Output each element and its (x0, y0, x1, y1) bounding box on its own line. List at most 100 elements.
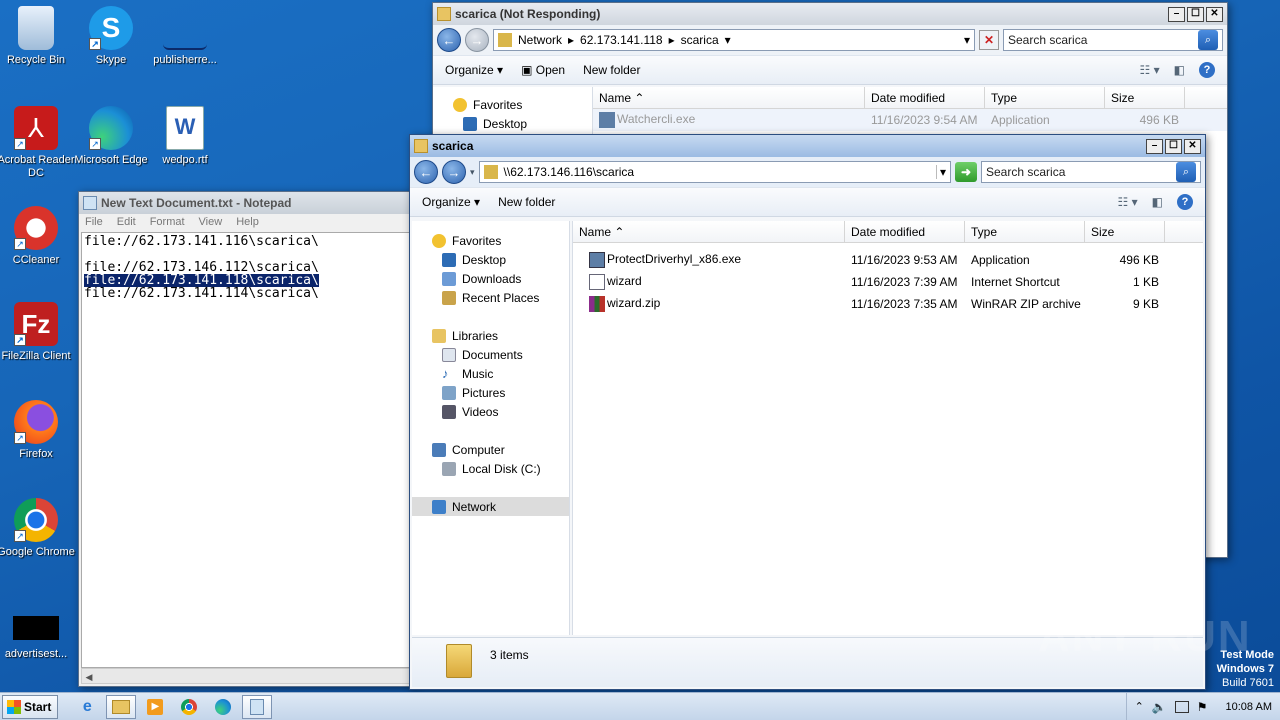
taskbar-media-player[interactable]: ▶ (140, 695, 170, 719)
column-headers: Name ⌃ Date modified Type Size (593, 87, 1227, 109)
column-type[interactable]: Type (965, 221, 1085, 242)
file-row[interactable]: ProtectDriverhyl_x86.exe 11/16/2023 9:53… (573, 249, 1203, 271)
breadcrumb-host[interactable]: 62.173.141.118 (580, 33, 663, 47)
column-name[interactable]: Name ⌃ (593, 87, 865, 108)
view-options-icon[interactable]: ☷ ▾ (1140, 63, 1160, 77)
help-icon[interactable]: ? (1177, 194, 1193, 210)
view-options-icon[interactable]: ☷ ▾ (1118, 195, 1138, 209)
address-bar[interactable]: \\62.173.146.116\scarica ▾ (478, 161, 951, 183)
breadcrumb-folder[interactable]: scarica (681, 33, 719, 47)
nav-libraries[interactable]: Libraries (412, 326, 569, 345)
maximize-button[interactable]: ☐ (1165, 138, 1182, 154)
open-button[interactable]: ▣ Open (521, 63, 565, 77)
nav-favorites[interactable]: Favorites (453, 95, 592, 114)
nav-computer[interactable]: Computer (412, 440, 569, 459)
file-row[interactable]: wizard 11/16/2023 7:39 AM Internet Short… (573, 271, 1203, 293)
desktop-icon-wedpo[interactable]: W wedpo.rtf (145, 106, 225, 167)
nav-pictures[interactable]: Pictures (412, 383, 569, 402)
nav-documents[interactable]: Documents (412, 345, 569, 364)
network-tray-icon[interactable] (1174, 700, 1189, 713)
minimize-button[interactable]: – (1146, 138, 1163, 154)
back-button[interactable]: ← (414, 160, 438, 184)
desktop-icon-advertisest[interactable]: advertisest... (0, 616, 76, 661)
notepad-window[interactable]: New Text Document.txt - Notepad File Edi… (78, 191, 414, 687)
desktop-icon-edge[interactable]: ↗ Microsoft Edge (71, 106, 151, 167)
forward-button[interactable]: → (465, 28, 489, 52)
action-center-flag-icon[interactable]: ⚑ (1197, 700, 1208, 714)
chevron-down-icon[interactable]: ▾ (964, 33, 970, 47)
breadcrumb-network[interactable]: Network (518, 33, 562, 47)
menu-edit[interactable]: Edit (117, 216, 136, 230)
window-title: scarica (Not Responding) (455, 7, 601, 21)
close-button[interactable]: ✕ (1206, 6, 1223, 22)
new-folder-button[interactable]: New folder (498, 195, 555, 209)
organize-button[interactable]: Organize ▾ (422, 195, 480, 209)
maximize-button[interactable]: ☐ (1187, 6, 1204, 22)
text-area[interactable]: file://62.173.141.116\scarica\ file://62… (81, 232, 411, 668)
volume-icon[interactable]: 🔈 (1152, 700, 1167, 714)
title-bar[interactable]: scarica – ☐ ✕ (410, 135, 1205, 157)
horizontal-scrollbar[interactable]: ◀ (81, 668, 411, 684)
column-size[interactable]: Size (1085, 221, 1165, 242)
file-row[interactable]: wizard.zip 11/16/2023 7:35 AM WinRAR ZIP… (573, 293, 1203, 315)
column-type[interactable]: Type (985, 87, 1105, 108)
menu-help[interactable]: Help (236, 216, 259, 230)
search-icon[interactable]: ⌕ (1176, 162, 1196, 182)
nav-local-disk[interactable]: Local Disk (C:) (412, 459, 569, 478)
nav-downloads[interactable]: Downloads (412, 269, 569, 288)
menu-file[interactable]: File (85, 216, 103, 230)
taskbar-explorer[interactable] (106, 694, 137, 719)
search-icon[interactable]: ⌕ (1198, 30, 1218, 50)
taskbar-ie[interactable]: e (72, 695, 102, 719)
nav-favorites[interactable]: Favorites (412, 231, 569, 250)
taskbar-edge[interactable] (208, 695, 238, 719)
minimize-button[interactable]: – (1168, 6, 1185, 22)
nav-music[interactable]: ♪ Music (412, 364, 569, 383)
help-icon[interactable]: ? (1199, 62, 1215, 78)
column-date[interactable]: Date modified (845, 221, 965, 242)
file-row[interactable]: Watchercli.exe 11/16/2023 9:54 AM Applic… (593, 109, 1227, 131)
title-bar[interactable]: scarica (Not Responding) – ☐ ✕ (433, 3, 1227, 25)
nav-recent-places[interactable]: Recent Places (412, 288, 569, 307)
forward-button[interactable]: → (442, 160, 466, 184)
organize-button[interactable]: Organize ▾ (445, 63, 503, 77)
scroll-left-icon[interactable]: ◀ (82, 670, 96, 684)
desktop-icon-firefox[interactable]: ↗ Firefox (0, 400, 76, 461)
new-folder-button[interactable]: New folder (583, 63, 640, 77)
nav-desktop[interactable]: Desktop (412, 250, 569, 269)
recent-pages-icon[interactable]: ▾ (470, 167, 475, 178)
explorer-window-front[interactable]: scarica – ☐ ✕ ← → ▾ \\62.173.146.116\sca… (409, 134, 1206, 690)
address-bar[interactable]: Network ▸ 62.173.141.118 ▸ scarica ▾ ▾ (493, 29, 975, 51)
taskbar-notepad[interactable] (242, 694, 273, 719)
taskbar-chrome[interactable] (174, 695, 204, 719)
stop-icon[interactable]: ✕ (979, 30, 999, 50)
column-size[interactable]: Size (1105, 87, 1185, 108)
start-button[interactable]: Start (2, 694, 59, 719)
desktop-icon-publisher[interactable]: publisherre... (145, 6, 225, 67)
chevron-down-icon[interactable]: ▾ (935, 165, 946, 179)
desktop-icon-acrobat[interactable]: ⅄ ↗ Acrobat Reader DC (0, 106, 76, 180)
show-hidden-icons-icon[interactable]: ⌃ (1135, 700, 1144, 713)
nav-videos[interactable]: Videos (412, 402, 569, 421)
column-name[interactable]: Name ⌃ (573, 221, 845, 242)
go-icon[interactable]: ➜ (955, 162, 977, 182)
preview-pane-icon[interactable]: ◧ (1174, 63, 1185, 77)
desktop-icon-skype[interactable]: S ↗ Skype (71, 6, 151, 67)
address-text[interactable]: \\62.173.146.116\scarica (504, 165, 635, 179)
desktop-icon-chrome[interactable]: ↗ Google Chrome (0, 498, 76, 559)
nav-network[interactable]: Network (412, 497, 569, 516)
column-date[interactable]: Date modified (865, 87, 985, 108)
close-button[interactable]: ✕ (1184, 138, 1201, 154)
menu-view[interactable]: View (199, 216, 223, 230)
menu-format[interactable]: Format (150, 216, 185, 230)
search-input[interactable]: Search scarica ⌕ (981, 161, 1201, 183)
desktop-icon-ccleaner[interactable]: ↗ CCleaner (0, 206, 76, 267)
search-input[interactable]: Search scarica ⌕ (1003, 29, 1223, 51)
preview-pane-icon[interactable]: ◧ (1152, 195, 1163, 209)
desktop-icon-filezilla[interactable]: Fz ↗ FileZilla Client (0, 302, 76, 363)
nav-desktop[interactable]: Desktop (453, 114, 592, 133)
clock[interactable]: 10:08 AM (1226, 701, 1272, 713)
title-bar[interactable]: New Text Document.txt - Notepad (79, 192, 413, 214)
desktop-icon-recycle-bin[interactable]: Recycle Bin (0, 6, 76, 67)
back-button[interactable]: ← (437, 28, 461, 52)
